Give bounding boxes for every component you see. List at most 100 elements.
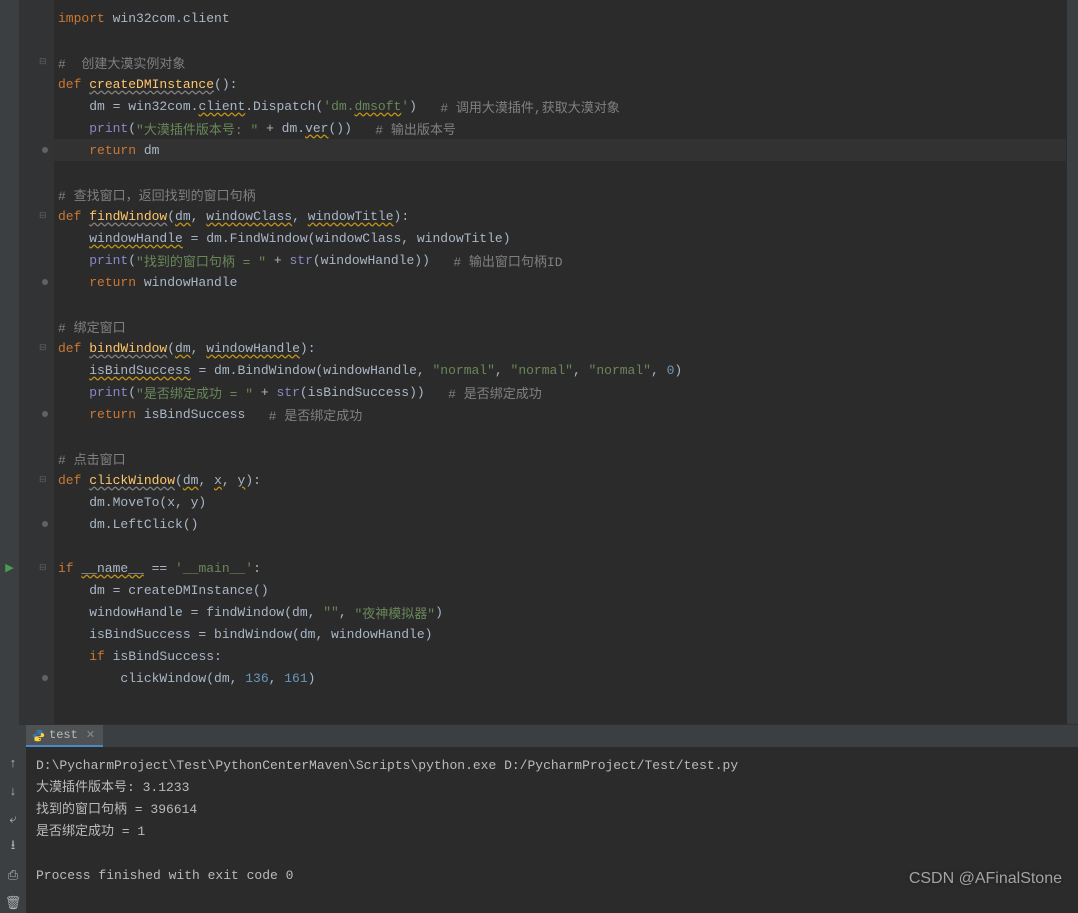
console-tab-bar: test ✕ [0, 725, 1078, 747]
run-gutter-row [0, 601, 19, 623]
gutter-row [19, 623, 54, 645]
run-gutter-row [0, 205, 19, 227]
code-line[interactable]: # 查找窗口，返回找到的窗口句柄 [54, 183, 1066, 205]
gutter-row [19, 579, 54, 601]
code-line[interactable] [54, 29, 1066, 51]
code-line[interactable]: dm = win32com.client.Dispatch('dm.dmsoft… [54, 95, 1066, 117]
code-line[interactable]: windowHandle = dm.FindWindow(windowClass… [54, 227, 1066, 249]
gutter-row [19, 513, 54, 535]
code-line[interactable]: dm.MoveTo(x, y) [54, 491, 1066, 513]
code-line[interactable]: dm = createDMInstance() [54, 579, 1066, 601]
code-line[interactable] [54, 535, 1066, 557]
console-toolbar: ↑ ↓ ⤶ ⭳ ⎙ 🗑 [0, 747, 26, 913]
fold-icon[interactable]: ⊟ [39, 212, 48, 221]
code-line[interactable]: isBindSuccess = dm.BindWindow(windowHand… [54, 359, 1066, 381]
gutter-row [19, 315, 54, 337]
code-line[interactable]: isBindSuccess = bindWindow(dm, windowHan… [54, 623, 1066, 645]
gutter-row [19, 403, 54, 425]
fold-icon[interactable]: ⊟ [39, 564, 48, 573]
code-line[interactable]: # 绑定窗口 [54, 315, 1066, 337]
code-line[interactable] [54, 425, 1066, 447]
gutter-row [19, 249, 54, 271]
console-output[interactable]: D:\PycharmProject\Test\PythonCenterMaven… [26, 747, 1078, 913]
gutter-row [19, 271, 54, 293]
run-gutter: ▶ [0, 0, 19, 725]
gutter-row [19, 645, 54, 667]
code-line[interactable]: if __name__ == '__main__': [54, 557, 1066, 579]
gutter-row [19, 667, 54, 689]
editor-scrollbar[interactable] [1066, 0, 1078, 724]
gutter-row [19, 689, 54, 711]
arrow-up-icon[interactable]: ↑ [3, 753, 23, 773]
code-line[interactable] [54, 689, 1066, 711]
method-separator-icon [42, 411, 48, 417]
gutter-row [19, 183, 54, 205]
method-separator-icon [42, 521, 48, 527]
run-gutter-row [0, 425, 19, 447]
run-gutter-row [0, 579, 19, 601]
code-line[interactable]: if isBindSuccess: [54, 645, 1066, 667]
run-gutter-row [0, 469, 19, 491]
code-line[interactable]: import win32com.client [54, 7, 1066, 29]
code-line[interactable]: return windowHandle [54, 271, 1066, 293]
method-separator-icon [42, 675, 48, 681]
watermark: CSDN @AFinalStone [909, 870, 1062, 888]
fold-icon[interactable]: ⊟ [39, 344, 48, 353]
gutter-row [19, 227, 54, 249]
code-area[interactable]: import win32com.client # 创建大漠实例对象def crea… [54, 0, 1066, 724]
code-line[interactable]: windowHandle = findWindow(dm, "", "夜神模拟器… [54, 601, 1066, 623]
method-separator-icon [42, 279, 48, 285]
gutter-row [19, 425, 54, 447]
run-gutter-row [0, 381, 19, 403]
run-gutter-row [0, 249, 19, 271]
code-line[interactable]: def findWindow(dm, windowClass, windowTi… [54, 205, 1066, 227]
code-line[interactable]: def bindWindow(dm, windowHandle): [54, 337, 1066, 359]
run-gutter-row [0, 337, 19, 359]
code-line[interactable]: def clickWindow(dm, x, y): [54, 469, 1066, 491]
code-editor: ▶ ⊟ ⊟ ⊟ ⊟ ⊟ import win32com.client # 创建大漠实例对象… [0, 0, 1078, 725]
gutter-row [19, 139, 54, 161]
arrow-down-icon[interactable]: ↓ [3, 781, 23, 801]
gutter-row: ⊟ [19, 337, 54, 359]
gutter-row [19, 117, 54, 139]
gutter-row [19, 73, 54, 95]
code-line[interactable]: dm.LeftClick() [54, 513, 1066, 535]
run-gutter-row [0, 535, 19, 557]
run-icon[interactable]: ▶ [5, 561, 13, 575]
print-icon[interactable]: ⎙ [3, 865, 23, 885]
code-line[interactable]: return isBindSuccess # 是否绑定成功 [54, 403, 1066, 425]
fold-icon[interactable]: ⊟ [39, 58, 48, 67]
run-gutter-row [0, 403, 19, 425]
code-line[interactable]: # 点击窗口 [54, 447, 1066, 469]
console-tab-test[interactable]: test ✕ [26, 725, 103, 747]
run-gutter-row [0, 315, 19, 337]
gutter-row [19, 535, 54, 557]
scroll-to-end-icon[interactable]: ⭳ [3, 837, 23, 857]
code-line[interactable]: print("大漠插件版本号: " + dm.ver()) # 输出版本号 [54, 117, 1066, 139]
code-line[interactable] [54, 161, 1066, 183]
code-line[interactable]: def createDMInstance(): [54, 73, 1066, 95]
code-line[interactable]: clickWindow(dm, 136, 161) [54, 667, 1066, 689]
run-gutter-row [0, 7, 19, 29]
gutter-row [19, 161, 54, 183]
gutter-row [19, 7, 54, 29]
run-gutter-row [0, 623, 19, 645]
soft-wrap-icon[interactable]: ⤶ [3, 809, 23, 829]
code-line[interactable]: return dm [54, 139, 1066, 161]
run-gutter-row: ▶ [0, 557, 19, 579]
run-gutter-row [0, 161, 19, 183]
gutter-row [19, 95, 54, 117]
code-line[interactable] [54, 293, 1066, 315]
run-gutter-row [0, 513, 19, 535]
code-line[interactable]: # 创建大漠实例对象 [54, 51, 1066, 73]
fold-icon[interactable]: ⊟ [39, 476, 48, 485]
code-line[interactable]: print("找到的窗口句柄 = " + str(windowHandle)) … [54, 249, 1066, 271]
run-gutter-row [0, 117, 19, 139]
run-gutter-row [0, 645, 19, 667]
code-line[interactable]: print("是否绑定成功 = " + str(isBindSuccess)) … [54, 381, 1066, 403]
run-gutter-row [0, 227, 19, 249]
close-icon[interactable]: ✕ [86, 728, 95, 742]
gutter-row: ⊟ [19, 51, 54, 73]
trash-icon[interactable]: 🗑 [3, 893, 23, 913]
run-gutter-row [0, 139, 19, 161]
